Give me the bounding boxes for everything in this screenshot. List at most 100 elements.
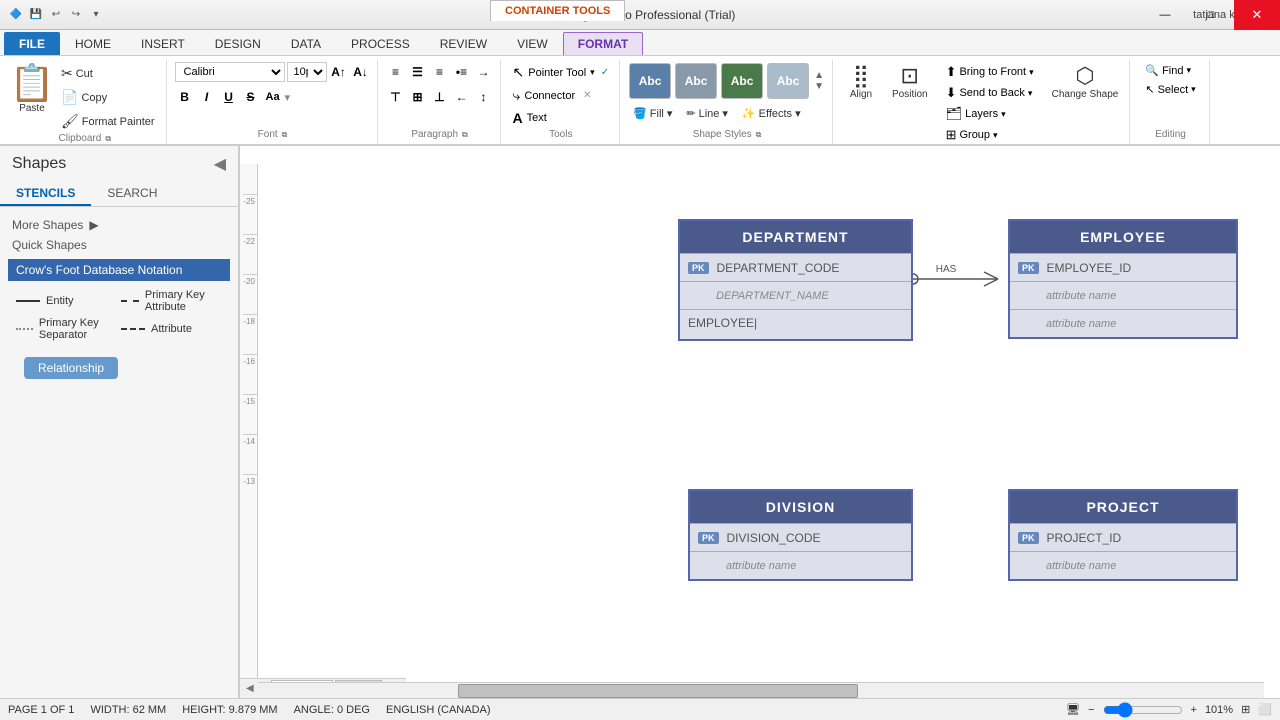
align-right-button[interactable]: ≡ (430, 62, 450, 82)
shape-style-2[interactable]: Abc (675, 63, 717, 99)
bold-button[interactable]: B (175, 87, 195, 107)
underline-button[interactable]: U (219, 87, 239, 107)
pointer-tool-button[interactable]: ↖ Pointer Tool ▾ ✓ (509, 62, 614, 83)
tab-search[interactable]: SEARCH (91, 182, 173, 206)
entity-employee[interactable]: EMPLOYEE PK EMPLOYEE_ID attribute name a… (1008, 219, 1238, 339)
tab-process[interactable]: PROCESS (336, 32, 425, 55)
paragraph-expand-icon[interactable]: ⧉ (462, 130, 468, 140)
cut-button[interactable]: ✂ Cut (56, 62, 160, 85)
relationship-button[interactable]: Relationship (24, 357, 118, 379)
more-shapes-item[interactable]: More Shapes ▶ (8, 215, 230, 235)
connector-tool-button[interactable]: ⤷ Connector ✕ (509, 85, 596, 106)
send-to-back-button[interactable]: ⬇ Send to Back ▾ (939, 83, 1041, 103)
effects-button[interactable]: ✨ Effects ▾ (737, 104, 806, 123)
select-dropdown[interactable]: ▾ (1191, 84, 1196, 95)
find-button[interactable]: 🔍 Find ▾ (1138, 62, 1198, 79)
pointer-dropdown[interactable]: ▾ (590, 67, 595, 78)
sidebar-collapse-button[interactable]: ◀ (214, 154, 226, 174)
line-button[interactable]: ✏ Line ▾ (681, 104, 733, 123)
font-color-button[interactable]: Aa (263, 87, 283, 107)
connector-close[interactable]: ✕ (583, 90, 591, 101)
quick-access-undo[interactable]: ↩ (48, 7, 64, 23)
tab-review[interactable]: REVIEW (425, 32, 502, 55)
container-tools-tab[interactable]: CONTAINER TOOLS (490, 0, 625, 21)
indent-less-button[interactable]: ← (452, 87, 472, 107)
entity-project[interactable]: PROJECT PK PROJECT_ID attribute name (1008, 489, 1238, 581)
minimize-button[interactable]: — (1142, 0, 1188, 30)
h-scrollbar[interactable] (258, 682, 1264, 698)
align-button[interactable]: ⣿ Align (841, 62, 881, 103)
canvas-area[interactable]: HAS DEPARTMENT PK DEPARTMENT_CODE DEPART… (240, 146, 1280, 698)
quick-access-save[interactable]: 💾 (28, 7, 44, 23)
entity-department[interactable]: DEPARTMENT PK DEPARTMENT_CODE DEPARTMENT… (678, 219, 913, 341)
group-button[interactable]: ⊞ Group ▾ (939, 125, 1041, 145)
tab-home[interactable]: HOME (60, 32, 126, 55)
top-align-button[interactable]: ⊤ (386, 87, 406, 107)
fill-dropdown[interactable]: ▾ (667, 107, 673, 120)
fill-button[interactable]: 🪣 Fill ▾ (628, 104, 677, 123)
change-shape-button[interactable]: ⬡ Change Shape (1047, 62, 1124, 103)
quick-access-more[interactable]: ▾ (88, 7, 104, 23)
bring-to-front-button[interactable]: ⬆ Bring to Front ▾ (939, 62, 1041, 82)
font-size-select[interactable]: 10pt (287, 62, 327, 82)
legend-separator: Primary Key Separator (16, 317, 117, 341)
clipboard-expand-icon[interactable]: ⧉ (105, 134, 111, 144)
entity-department-footer[interactable]: EMPLOYEE| (680, 309, 911, 339)
tab-data[interactable]: DATA (276, 32, 336, 55)
maximize-button[interactable]: □ (1188, 0, 1234, 30)
crows-foot-header[interactable]: Crow's Foot Database Notation (8, 259, 230, 281)
quick-shapes-item[interactable]: Quick Shapes (8, 235, 230, 255)
font-row-1: Calibri 10pt A↑ A↓ (175, 62, 371, 82)
bottom-align-button[interactable]: ⊥ (430, 87, 450, 107)
find-dropdown[interactable]: ▾ (1186, 65, 1191, 76)
shape-styles-scroll[interactable]: ▲▼ (812, 68, 826, 94)
quick-access-redo[interactable]: ↪ (68, 7, 84, 23)
line-dropdown[interactable]: ▾ (722, 107, 728, 120)
tab-format[interactable]: FORMAT (563, 32, 643, 55)
shape-style-4[interactable]: Abc (767, 63, 809, 99)
layers-button[interactable]: 🗂 Layers ▾ (939, 104, 1041, 124)
font-color-dropdown[interactable]: ▾ (285, 91, 291, 104)
italic-button[interactable]: I (197, 87, 217, 107)
close-button[interactable]: ✕ (1234, 0, 1280, 30)
paragraph-spacing-button[interactable]: ↕ (474, 87, 494, 107)
fit-width-button[interactable]: ⬜ (1258, 703, 1272, 716)
align-left-button[interactable]: ≡ (386, 62, 406, 82)
tab-design[interactable]: DESIGN (200, 32, 276, 55)
effects-dropdown[interactable]: ▾ (795, 107, 801, 120)
zoom-slider[interactable] (1103, 705, 1183, 715)
increase-font-button[interactable]: A↑ (329, 62, 349, 82)
fit-page-button[interactable]: ⊞ (1241, 703, 1250, 716)
shape-styles-expand-icon[interactable]: ⧉ (756, 130, 762, 140)
select-button[interactable]: ↖ Select ▾ (1138, 81, 1202, 98)
indent-more-button[interactable]: → (474, 62, 494, 82)
bullets-button[interactable]: •≡ (452, 62, 472, 82)
zoom-in-button[interactable]: + (1191, 704, 1197, 716)
bring-to-front-dropdown[interactable]: ▾ (1029, 67, 1034, 78)
zoom-out-button[interactable]: − (1088, 704, 1094, 716)
page-tab-prev[interactable]: ◀ (244, 681, 256, 696)
drawing-canvas[interactable]: HAS DEPARTMENT PK DEPARTMENT_CODE DEPART… (258, 164, 1280, 698)
tab-stencils[interactable]: STENCILS (0, 182, 91, 206)
strikethrough-button[interactable]: S (241, 87, 261, 107)
group-dropdown[interactable]: ▾ (993, 130, 998, 141)
position-button[interactable]: ⊡ Position (887, 62, 933, 103)
tab-view[interactable]: VIEW (502, 32, 563, 55)
layers-dropdown[interactable]: ▾ (1001, 109, 1006, 120)
send-to-back-dropdown[interactable]: ▾ (1028, 88, 1033, 99)
paste-button[interactable]: 📋 Paste (10, 62, 54, 117)
font-family-select[interactable]: Calibri (175, 62, 285, 82)
shape-style-3[interactable]: Abc (721, 63, 763, 99)
shape-style-1[interactable]: Abc (629, 63, 671, 99)
format-painter-button[interactable]: 🖌 Format Painter (56, 110, 160, 133)
tab-file[interactable]: FILE (4, 32, 60, 55)
align-center-button[interactable]: ☰ (408, 62, 428, 82)
text-tool-button[interactable]: A Text (509, 108, 551, 128)
decrease-font-button[interactable]: A↓ (351, 62, 371, 82)
copy-button[interactable]: 📄 Copy (56, 86, 160, 109)
tab-insert[interactable]: INSERT (126, 32, 200, 55)
h-scrollbar-thumb[interactable] (458, 684, 858, 698)
font-expand-icon[interactable]: ⧉ (282, 130, 288, 140)
middle-align-button[interactable]: ⊞ (408, 87, 428, 107)
entity-division[interactable]: DIVISION PK DIVISION_CODE attribute name (688, 489, 913, 581)
